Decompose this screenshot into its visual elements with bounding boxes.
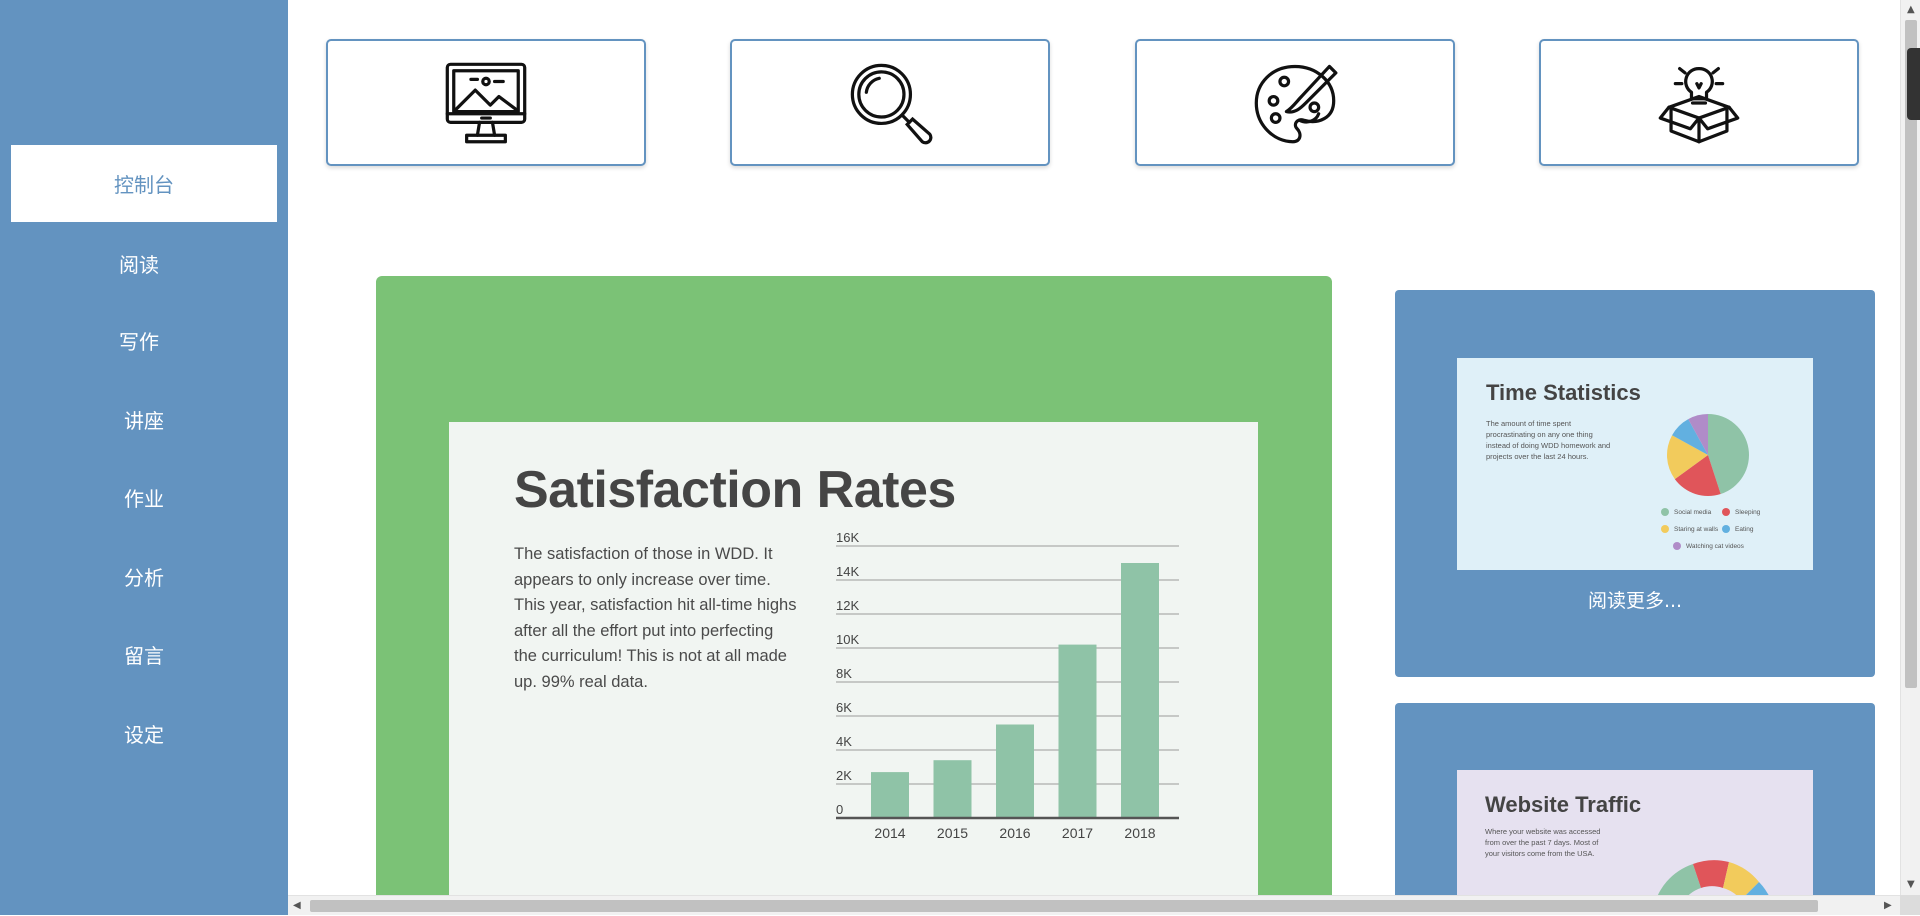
legend-item: Eating	[1722, 525, 1753, 533]
website-traffic-title: Website Traffic	[1485, 792, 1642, 817]
monitor-picture-icon	[445, 62, 527, 143]
sidebar-item-reading[interactable]: 阅读	[11, 225, 277, 302]
y-tick-label: 8K	[836, 666, 852, 681]
monitor-card[interactable]	[326, 39, 646, 166]
sidebar-item-homework[interactable]: 作业	[11, 459, 277, 536]
legend-item: Social media	[1661, 508, 1711, 516]
bar	[1121, 563, 1159, 818]
bar	[996, 724, 1034, 818]
scroll-down-arrow-icon[interactable]: ▼	[1907, 875, 1915, 895]
horizontal-scrollbar[interactable]: ◀ ▶	[288, 895, 1900, 915]
sidebar-item-analytics[interactable]: 分析	[11, 538, 277, 615]
satisfaction-panel: Satisfaction Rates The satisfaction of t…	[376, 276, 1332, 896]
bar	[871, 772, 909, 818]
time-statistics-title: Time Statistics	[1486, 380, 1641, 405]
palette-icon	[1254, 64, 1338, 143]
search-card[interactable]	[730, 39, 1050, 166]
satisfaction-card: Satisfaction Rates The satisfaction of t…	[449, 422, 1258, 896]
website-traffic-description: Where your website was accessed from ove…	[1485, 827, 1601, 858]
bar	[933, 760, 972, 818]
time-statistics-thumbnail: Time Statistics The amount of time spent…	[1457, 358, 1813, 570]
website-traffic-card: Website Traffic Where your website was a…	[1395, 703, 1875, 903]
scroll-left-arrow-icon[interactable]: ◀	[293, 896, 301, 916]
x-tick-label: 2015	[937, 825, 968, 841]
x-tick-label: 2014	[874, 825, 905, 841]
read-more-link[interactable]: 阅读更多...	[1395, 586, 1875, 613]
sidebar: 控制台 阅读 写作 讲座 作业 分析 留言 设定	[0, 0, 288, 915]
palette-card[interactable]	[1135, 39, 1455, 166]
legend-item: Watching cat videos	[1673, 542, 1744, 550]
sidebar-item-writing[interactable]: 写作	[11, 302, 277, 379]
time-statistics-card: Time Statistics The amount of time spent…	[1395, 290, 1875, 677]
side-panel-handle[interactable]	[1907, 48, 1920, 120]
y-tick-label: 14K	[836, 564, 859, 579]
scrollbar-corner	[1900, 895, 1920, 915]
x-tick-label: 2017	[1062, 825, 1093, 841]
legend-item: Sleeping	[1722, 508, 1760, 516]
x-tick-label: 2016	[999, 825, 1030, 841]
sidebar-item-messages[interactable]: 留言	[11, 616, 277, 693]
y-tick-label: 16K	[836, 532, 859, 545]
satisfaction-description: The satisfaction of those in WDD. It app…	[514, 545, 797, 691]
time-statistics-pie-chart	[1667, 414, 1749, 496]
vertical-scrollbar[interactable]: ▲ ▼	[1900, 0, 1920, 895]
lightbulb-box-icon	[1658, 66, 1740, 143]
vertical-scroll-thumb[interactable]	[1905, 20, 1917, 688]
website-traffic-thumbnail: Website Traffic Where your website was a…	[1457, 770, 1813, 903]
y-tick-label: 4K	[836, 734, 852, 749]
sidebar-item-dashboard[interactable]: 控制台	[11, 145, 277, 222]
x-tick-label: 2018	[1124, 825, 1155, 841]
y-tick-label: 0	[836, 802, 843, 817]
y-tick-label: 2K	[836, 768, 852, 783]
sidebar-item-lectures[interactable]: 讲座	[11, 381, 277, 458]
bar	[1058, 644, 1097, 818]
scroll-right-arrow-icon[interactable]: ▶	[1884, 896, 1892, 916]
time-statistics-description: The amount of time spent procrastinating…	[1486, 419, 1611, 461]
y-tick-label: 10K	[836, 632, 859, 647]
y-tick-label: 6K	[836, 700, 852, 715]
scroll-up-arrow-icon[interactable]: ▲	[1907, 0, 1915, 20]
satisfaction-title: Satisfaction Rates	[514, 461, 956, 519]
magnifier-icon	[850, 63, 933, 144]
sidebar-item-settings[interactable]: 设定	[11, 695, 277, 772]
idea-card[interactable]	[1539, 39, 1859, 166]
y-tick-label: 12K	[836, 598, 859, 613]
legend-item: Staring at walls	[1661, 525, 1718, 533]
satisfaction-bar-chart: 0 2K 4K 6K 8K 10K 12K 14K 16K 2014 2015 2016 2017 201…	[836, 532, 1179, 841]
horizontal-scroll-thumb[interactable]	[310, 900, 1818, 912]
